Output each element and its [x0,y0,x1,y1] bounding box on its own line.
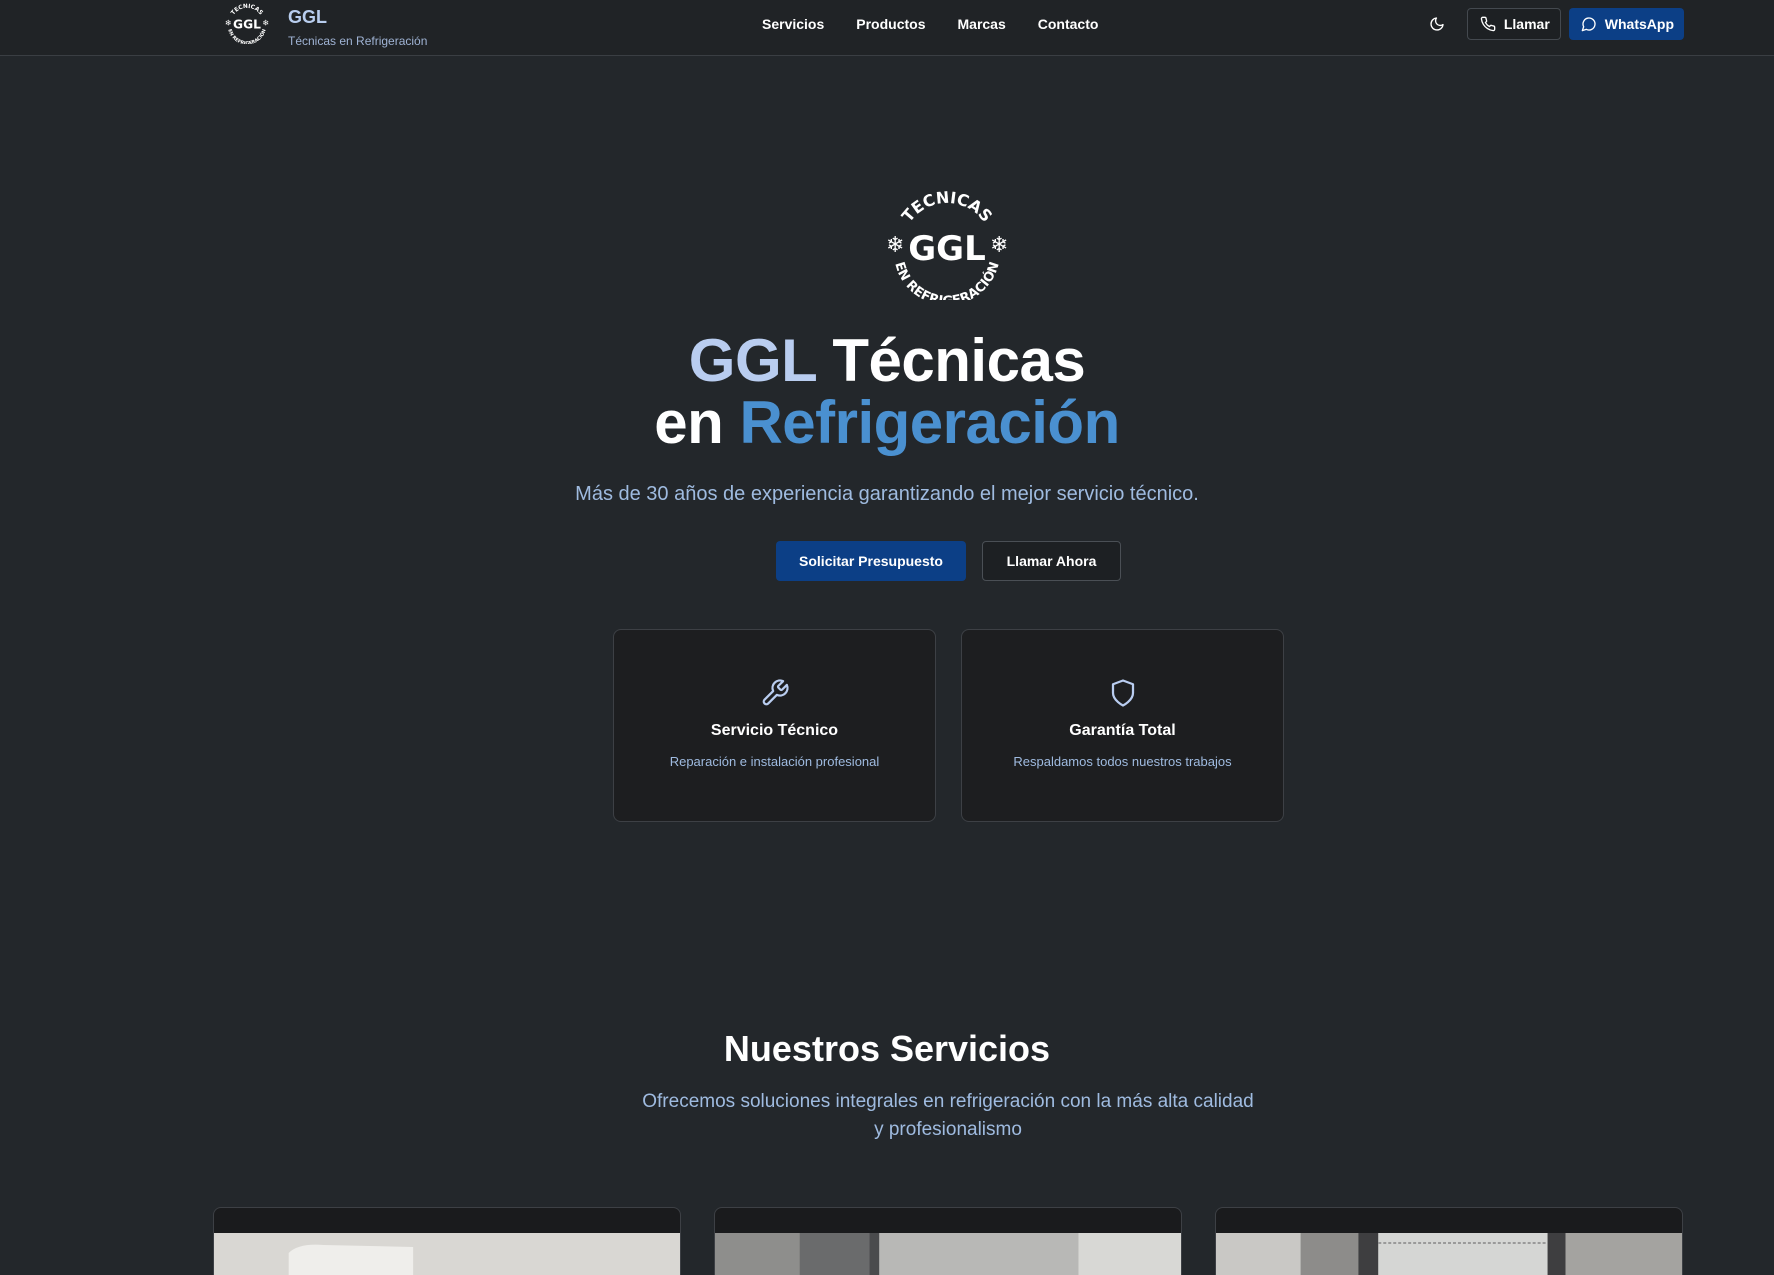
hero-logo: TECNICAS EN REFRIGERACIÓN GGL ❄ ❄ [886,190,1008,300]
feature-card-guarantee: Garantía Total Respaldamos todos nuestro… [961,629,1284,822]
service-card[interactable] [714,1207,1182,1275]
call-now-button[interactable]: Llamar Ahora [982,541,1121,581]
hero-title: GGL Técnicas en Refrigeración [0,330,1774,454]
feature-title: Servicio Técnico [710,722,839,739]
hero-title-en: en [654,389,740,456]
moon-icon [1430,17,1444,31]
feature-card-service: Servicio Técnico Reparación e instalació… [613,629,936,822]
feature-description: Reparación e instalación profesional [669,754,880,769]
svg-text:❄: ❄ [262,19,269,28]
feature-title: Garantía Total [1069,722,1176,739]
services-title: Nuestros Servicios [723,1028,1051,1069]
svg-text:❄: ❄ [225,19,232,28]
service-card[interactable] [213,1207,681,1275]
service-card[interactable] [1215,1207,1683,1275]
nav-contacto[interactable]: Contacto [1038,16,1099,32]
nav-productos[interactable]: Productos [856,16,925,32]
message-circle-icon [1581,17,1596,32]
hero-title-tecnicas: Técnicas [816,327,1086,394]
site-header: TECNICAS EN REFRIGERACIÓN GGL ❄ ❄ GGL Té… [0,0,1774,56]
nav-servicios[interactable]: Servicios [762,16,824,32]
svg-text:TECNICAS: TECNICAS [230,4,263,17]
request-quote-button[interactable]: Solicitar Presupuesto [776,541,966,581]
service-image [214,1233,680,1275]
call-button-label: Llamar [1503,16,1550,32]
phone-icon [1480,16,1496,32]
brand-logo: TECNICAS EN REFRIGERACIÓN GGL ❄ ❄ [225,4,269,44]
svg-text:GGL: GGL [233,17,261,31]
services-subtitle: Ofrecemos soluciones integrales en refri… [642,1091,1254,1140]
wrench-icon [762,679,789,706]
theme-toggle-button[interactable] [1421,8,1453,40]
feature-description: Respaldamos todos nuestros trabajos [1013,754,1232,769]
service-image [1216,1233,1682,1275]
shield-icon [1111,679,1134,707]
brand[interactable]: TECNICAS EN REFRIGERACIÓN GGL ❄ ❄ GGL Té… [220,2,427,48]
svg-text:❄: ❄ [886,232,904,257]
whatsapp-button[interactable]: WhatsApp [1568,8,1684,40]
brand-subtitle: Técnicas en Refrigeración [288,34,428,48]
service-image [715,1233,1181,1275]
svg-text:❄: ❄ [990,232,1008,257]
hero-title-ggl: GGL [688,327,817,394]
call-button[interactable]: Llamar [1466,8,1561,40]
whatsapp-button-label: WhatsApp [1604,16,1674,32]
hero-subtitle: Más de 30 años de experiencia garantizan… [575,483,1199,505]
svg-text:TECNICAS: TECNICAS [898,190,996,226]
main-nav: Servicios Productos Marcas Contacto [762,16,1130,32]
hero-title-refrigeracion: Refrigeración [739,389,1120,456]
svg-text:GGL: GGL [908,229,985,269]
brand-name: GGL [288,7,327,27]
nav-marcas[interactable]: Marcas [958,16,1006,32]
